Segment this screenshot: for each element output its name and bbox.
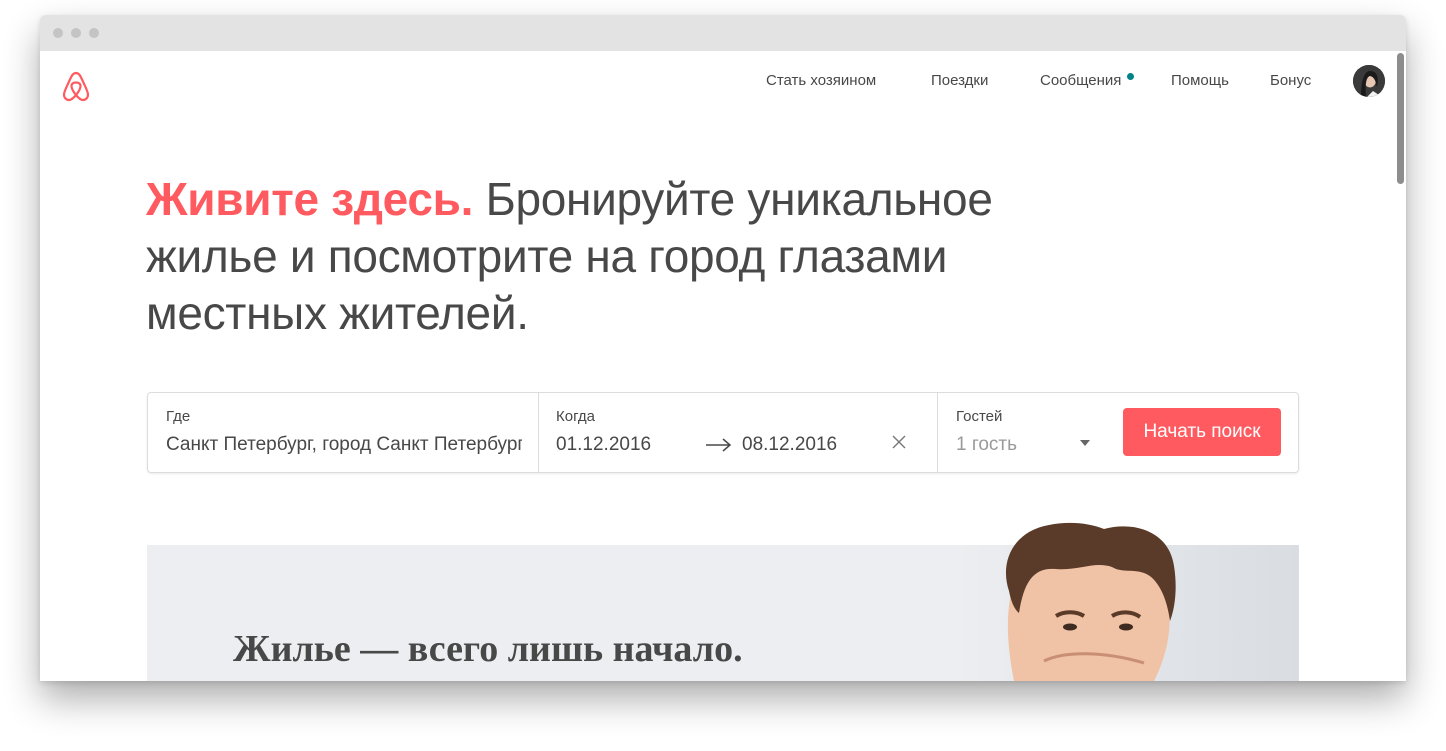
search-button[interactable]: Начать поиск	[1123, 408, 1281, 456]
page: Стать хозяином Поездки Сообщения Помощь …	[40, 51, 1406, 681]
search-bar: Где Санкт Петербург, город Санкт Петербу…	[147, 392, 1299, 473]
window-titlebar	[40, 15, 1406, 51]
notification-dot-icon	[1127, 73, 1134, 80]
close-window-icon[interactable]	[53, 28, 63, 38]
hero-headline: Живите здесь. Бронируйте уникальное жиль…	[146, 171, 1006, 342]
checkout-date[interactable]: 08.12.2016	[742, 434, 837, 456]
airbnb-logo-icon[interactable]	[58, 67, 94, 103]
divider	[937, 393, 938, 472]
clear-x-icon[interactable]	[892, 435, 906, 449]
nav-help[interactable]: Помощь	[1171, 72, 1229, 89]
checkin-date[interactable]: 01.12.2016	[556, 434, 651, 456]
nav-bonus[interactable]: Бонус	[1270, 72, 1311, 89]
guests-select[interactable]: 1 гость	[956, 434, 1017, 456]
scrollbar-thumb[interactable]	[1397, 53, 1404, 184]
nav-become-host[interactable]: Стать хозяином	[766, 72, 876, 89]
browser-window: Стать хозяином Поездки Сообщения Помощь …	[40, 15, 1406, 681]
avatar-image	[1353, 65, 1385, 97]
nav-trips[interactable]: Поездки	[931, 72, 988, 89]
where-label: Где	[166, 408, 191, 425]
when-label: Когда	[556, 408, 595, 425]
hero-highlight: Живите здесь.	[146, 173, 474, 225]
banner-title: Жилье — всего лишь начало.	[233, 628, 743, 670]
person-photo	[1005, 522, 1176, 681]
maximize-window-icon[interactable]	[89, 28, 99, 38]
where-input[interactable]: Санкт Петербург, город Санкт Петербург	[166, 434, 522, 456]
user-avatar[interactable]	[1353, 65, 1385, 97]
guests-label: Гостей	[956, 408, 1003, 425]
nav-messages[interactable]: Сообщения	[1040, 72, 1121, 89]
caret-down-icon[interactable]	[1080, 440, 1090, 446]
divider	[538, 393, 539, 472]
arrow-right-icon	[706, 438, 732, 452]
minimize-window-icon[interactable]	[71, 28, 81, 38]
